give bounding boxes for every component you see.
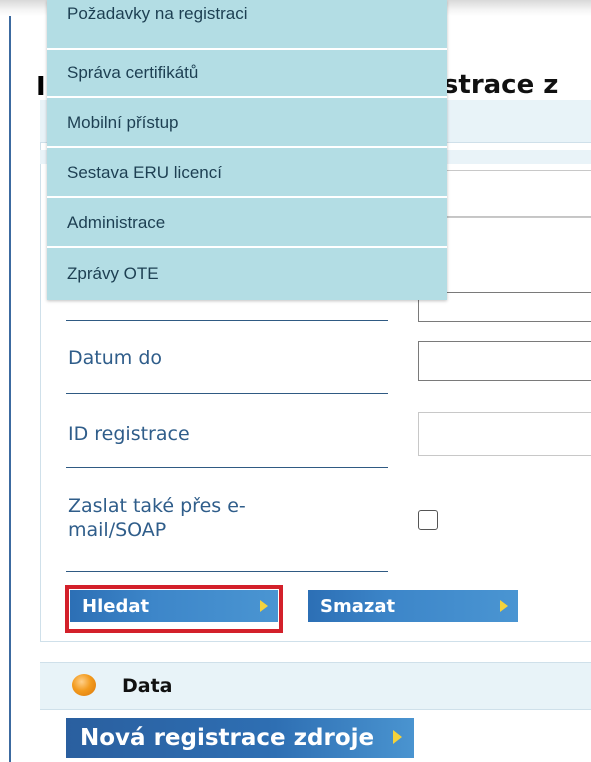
row-divider-2 bbox=[66, 393, 388, 394]
registration-id-input[interactable] bbox=[418, 412, 591, 456]
menu-item-administration[interactable]: Administrace bbox=[47, 200, 447, 248]
search-button-highlight bbox=[65, 585, 283, 633]
page-title: istrace z bbox=[434, 70, 559, 100]
menu-item-label: Sestava ERU licencí bbox=[67, 163, 222, 182]
orange-dot-icon bbox=[72, 674, 96, 696]
data-section-title: Data bbox=[122, 675, 173, 697]
date-to-input[interactable] bbox=[418, 341, 591, 381]
menu-item-mobile-access[interactable]: Mobilní přístup bbox=[47, 100, 447, 148]
clear-button[interactable]: Smazat bbox=[308, 590, 518, 622]
page-title-left-fragment: I bbox=[36, 72, 46, 102]
row-divider-3 bbox=[66, 467, 388, 468]
send-email-checkbox[interactable] bbox=[418, 510, 438, 530]
registration-id-label: ID registrace bbox=[68, 423, 190, 445]
arrow-right-icon bbox=[393, 730, 403, 744]
send-email-label: Zaslat také přes e-mail/SOAP bbox=[68, 495, 246, 542]
new-registration-button[interactable]: Nová registrace zdroje bbox=[66, 718, 415, 758]
clear-button-label: Smazat bbox=[320, 595, 396, 617]
menu-item-label: Požadavky na registraci bbox=[67, 4, 248, 23]
menu-item-label: Administrace bbox=[67, 213, 166, 232]
menu-item-label: Správa certifikátů bbox=[67, 63, 199, 82]
row-divider-4 bbox=[66, 571, 388, 572]
menu-item-eru-licenses[interactable]: Sestava ERU licencí bbox=[47, 150, 447, 198]
row-divider-1 bbox=[66, 320, 388, 321]
dropdown-menu: Požadavky na registraci Správa certifiká… bbox=[47, 0, 447, 300]
arrow-right-icon bbox=[500, 600, 508, 612]
menu-item-certificates[interactable]: Správa certifikátů bbox=[47, 50, 447, 98]
new-registration-button-label: Nová registrace zdroje bbox=[80, 725, 375, 751]
menu-item-registration-requests[interactable]: Požadavky na registraci bbox=[47, 0, 447, 50]
menu-item-ote-messages[interactable]: Zprávy OTE bbox=[47, 250, 447, 298]
outer-left-border bbox=[9, 16, 11, 762]
app-frame: I istrace z Datum do ID registrace Zasla… bbox=[0, 0, 591, 762]
menu-item-label: Mobilní přístup bbox=[67, 113, 179, 132]
date-to-label: Datum do bbox=[68, 347, 162, 369]
menu-item-label: Zprávy OTE bbox=[67, 264, 159, 283]
